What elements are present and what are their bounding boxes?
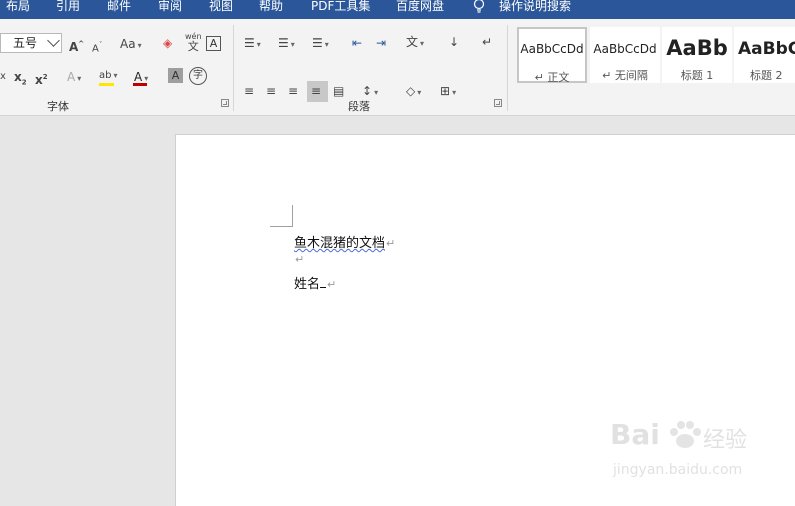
font-size-value: 五号 bbox=[13, 36, 38, 50]
change-case-label: Aa bbox=[120, 37, 136, 51]
document-line[interactable]: ↵ bbox=[294, 252, 304, 267]
style-no-spacing[interactable]: AaBbCcDd ↵ 无间隔 bbox=[590, 27, 660, 83]
group-separator bbox=[233, 25, 234, 111]
numbering-icon[interactable]: ☰ bbox=[278, 36, 295, 52]
margin-corner-mark bbox=[292, 205, 293, 227]
character-border-button[interactable]: A bbox=[206, 36, 221, 51]
text-effects-icon[interactable]: A bbox=[67, 70, 81, 86]
style-heading-2[interactable]: AaBbC 标题 2 bbox=[734, 27, 795, 83]
tab-references[interactable]: 引用 bbox=[56, 0, 80, 13]
paragraph-mark: ↵ bbox=[295, 253, 305, 266]
shading-icon[interactable]: ◇ bbox=[406, 84, 421, 100]
justify-icon[interactable]: ≡ bbox=[311, 84, 321, 98]
character-shading-button[interactable]: A bbox=[168, 68, 183, 83]
align-center-icon[interactable]: ≡ bbox=[266, 84, 276, 98]
lightbulb-icon bbox=[473, 0, 485, 13]
tab-view[interactable]: 视图 bbox=[209, 0, 233, 13]
style-name: ↵ 无间隔 bbox=[602, 69, 648, 82]
style-sample: AaBbCcDd bbox=[520, 42, 584, 56]
increase-indent-icon[interactable]: ⇥ bbox=[376, 36, 386, 50]
document-line[interactable]: 姓名 ↵ bbox=[294, 273, 336, 292]
font-dialog-launcher[interactable] bbox=[221, 99, 229, 107]
font-color-swatch bbox=[133, 83, 147, 86]
style-sample: AaBbCcDd bbox=[593, 42, 657, 56]
name-label-text: 姓名 bbox=[294, 277, 321, 292]
font-size-dropdown[interactable]: 五号 bbox=[0, 33, 62, 53]
document-title-text: 鱼木混猪的文档 bbox=[294, 236, 386, 251]
superscript-icon[interactable]: x2 bbox=[35, 70, 48, 87]
align-left-icon[interactable]: ≡ bbox=[244, 84, 254, 98]
watermark-suffix: 经验 bbox=[703, 428, 748, 453]
style-name: 标题 1 bbox=[680, 69, 714, 82]
ribbon: 五号 A^ Aˇ Aa ◈ wén 文 A x x2 x2 A ab A A 字… bbox=[0, 19, 795, 116]
tab-review[interactable]: 审阅 bbox=[158, 0, 182, 13]
subscript-icon[interactable]: x2 bbox=[14, 70, 27, 89]
tab-layout[interactable]: 布局 bbox=[6, 0, 30, 13]
baidu-watermark: Bai 经验 jingyan.baidu.com bbox=[610, 418, 760, 488]
watermark-url: jingyan.baidu.com bbox=[613, 462, 743, 478]
group-separator bbox=[507, 25, 508, 111]
paragraph-dialog-launcher[interactable] bbox=[494, 99, 502, 107]
enclose-characters-button[interactable]: 字 bbox=[189, 67, 207, 85]
asian-layout-icon[interactable]: 文 bbox=[406, 35, 424, 51]
style-name: 标题 2 bbox=[750, 69, 783, 82]
show-marks-icon[interactable]: ↵ bbox=[482, 35, 492, 49]
margin-corner-mark bbox=[270, 226, 292, 227]
paragraph-group-label: 段落 bbox=[348, 100, 370, 113]
paw-icon bbox=[670, 421, 701, 448]
tell-me-search[interactable]: 操作说明搜索 bbox=[499, 0, 571, 13]
styles-gallery: AaBbCcDd ↵ 正文 AaBbCcDd ↵ 无间隔 AaBb 标题 1 A… bbox=[512, 25, 795, 87]
style-normal[interactable]: AaBbCcDd ↵ 正文 bbox=[517, 27, 587, 84]
decrease-indent-icon[interactable]: ⇤ bbox=[352, 36, 362, 50]
sort-icon[interactable]: ↓ bbox=[449, 35, 459, 49]
text-cursor bbox=[320, 275, 327, 288]
phonetic-guide-button[interactable]: wén 文 bbox=[185, 32, 202, 52]
shrink-font-icon[interactable]: Aˇ bbox=[92, 38, 102, 56]
paragraph-mark: ↵ bbox=[327, 278, 337, 291]
bullets-icon[interactable]: ☰ bbox=[244, 36, 261, 52]
tab-mailings[interactable]: 邮件 bbox=[107, 0, 131, 13]
strikethrough-icon[interactable]: x bbox=[0, 70, 6, 84]
clear-formatting-icon[interactable]: ◈ bbox=[163, 36, 172, 50]
change-case-button[interactable]: Aa bbox=[120, 37, 142, 53]
multilevel-list-icon[interactable]: ☰ bbox=[312, 36, 329, 52]
highlight-color-button[interactable]: ab bbox=[99, 69, 118, 83]
document-line[interactable]: 鱼木混猪的文档↵ bbox=[294, 232, 395, 251]
style-heading-1[interactable]: AaBb 标题 1 bbox=[662, 27, 732, 83]
style-sample: AaBb bbox=[666, 36, 728, 60]
distributed-icon[interactable]: ▤ bbox=[333, 84, 344, 98]
highlight-color-swatch bbox=[99, 83, 114, 86]
tab-pdf-tools[interactable]: PDF工具集 bbox=[311, 0, 370, 13]
grow-font-icon[interactable]: A^ bbox=[69, 37, 84, 54]
tab-baidu-netdisk[interactable]: 百度网盘 bbox=[396, 0, 444, 13]
align-right-icon[interactable]: ≡ bbox=[288, 84, 298, 98]
ribbon-tab-bar: 布局 引用 邮件 审阅 视图 帮助 PDF工具集 百度网盘 操作说明搜索 bbox=[0, 0, 795, 19]
style-sample: AaBbC bbox=[738, 39, 795, 59]
borders-icon[interactable]: ⊞ bbox=[440, 84, 456, 100]
font-group-label: 字体 bbox=[47, 100, 69, 113]
phonetic-guide-bottom: 文 bbox=[187, 40, 199, 53]
tab-help[interactable]: 帮助 bbox=[259, 0, 283, 13]
style-name: ↵ 正文 bbox=[534, 71, 570, 84]
watermark-brand: Bai bbox=[610, 418, 660, 451]
paragraph-mark: ↵ bbox=[386, 237, 396, 250]
chevron-down-icon bbox=[47, 34, 60, 47]
